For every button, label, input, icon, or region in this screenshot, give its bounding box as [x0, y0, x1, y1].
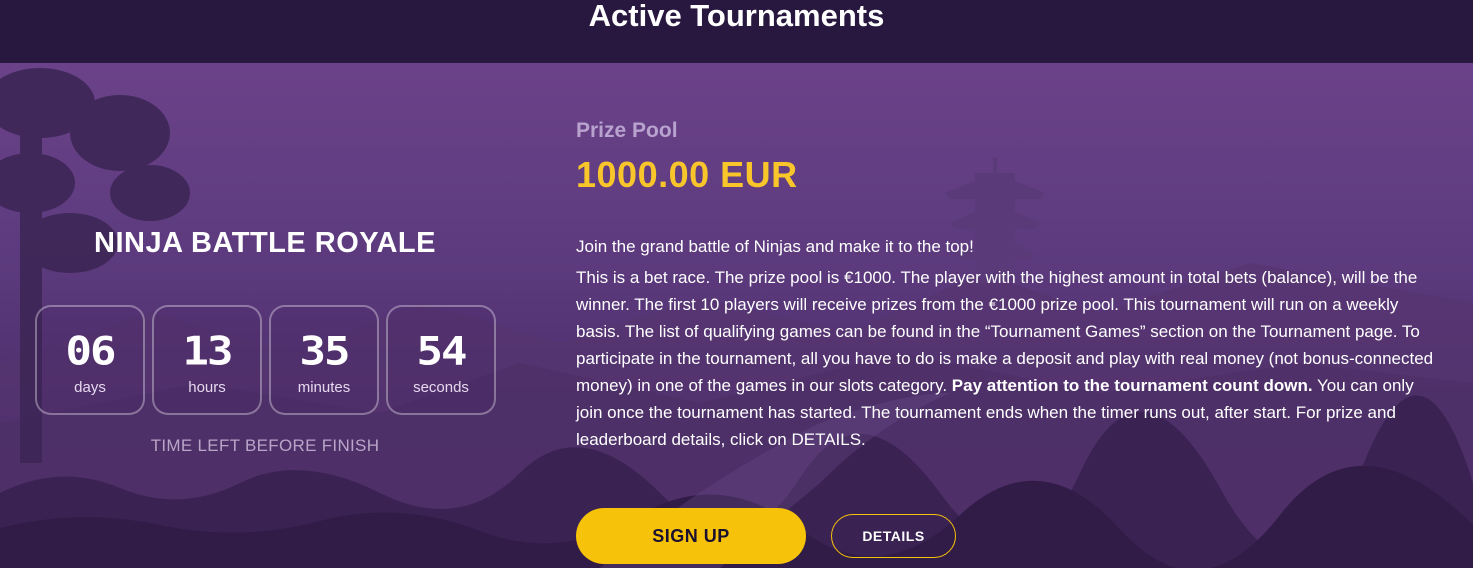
- section-title: Active Tournaments: [588, 0, 885, 33]
- prize-pool-label: Prize Pool: [576, 119, 678, 142]
- countdown-seconds-value: 54: [416, 328, 468, 375]
- tournament-rules: This is a bet race. The prize pool is €1…: [576, 264, 1436, 453]
- countdown-minutes-value: 35: [299, 328, 351, 375]
- tournament-banner: NINJA BATTLE ROYALE 06 days 13 hours 35 …: [0, 63, 1473, 568]
- countdown-days-value: 06: [65, 328, 117, 375]
- section-header: Active Tournaments: [0, 0, 1473, 63]
- countdown-hours-value: 13: [182, 328, 234, 375]
- details-button[interactable]: DETAILS: [831, 514, 956, 558]
- countdown-seconds-label: seconds: [413, 379, 469, 396]
- countdown-minutes-label: minutes: [297, 379, 351, 396]
- countdown-hours: 13 hours: [152, 305, 262, 415]
- countdown-hours-label: hours: [188, 379, 226, 396]
- tournament-intro: Join the grand battle of Ninjas and make…: [576, 237, 974, 256]
- countdown-minutes: 35 minutes: [269, 305, 379, 415]
- countdown-days-label: days: [74, 379, 106, 396]
- countdown-seconds: 54 seconds: [386, 305, 496, 415]
- countdown-timer: 06 days 13 hours 35 minutes 54 seconds: [35, 305, 496, 415]
- time-left-label: TIME LEFT BEFORE FINISH: [150, 436, 380, 455]
- rules-text-bold: Pay attention to the tournament count do…: [951, 376, 1313, 395]
- tournament-description: Join the grand battle of Ninjas and make…: [576, 233, 1436, 457]
- tournament-name: NINJA BATTLE ROYALE: [94, 227, 436, 259]
- countdown-days: 06 days: [35, 305, 145, 415]
- sign-up-button[interactable]: SIGN UP: [576, 508, 806, 564]
- prize-pool-amount: 1000.00 EUR: [576, 154, 798, 195]
